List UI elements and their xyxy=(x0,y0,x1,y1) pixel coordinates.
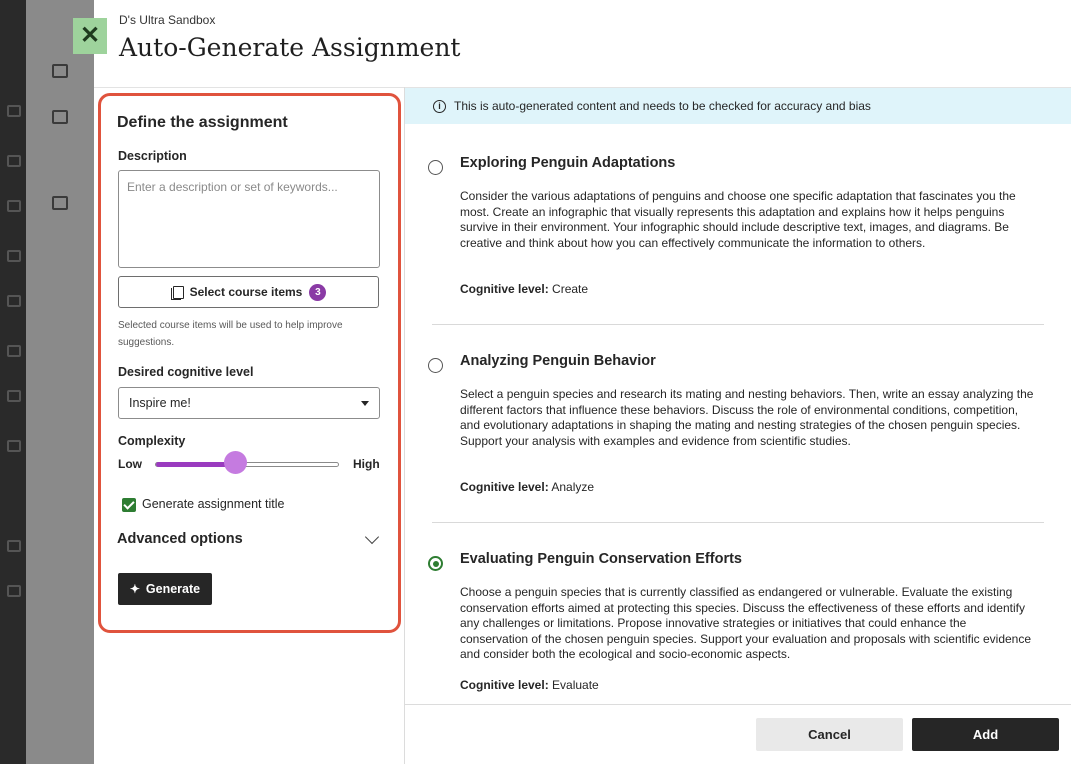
generate-button[interactable]: ✦ Generate xyxy=(118,573,212,605)
description-input[interactable] xyxy=(118,170,380,268)
suggestion-cognitive-level: Cognitive level: Analyze xyxy=(460,480,594,494)
chevron-down-icon xyxy=(364,529,380,545)
grades-icon xyxy=(7,440,21,452)
sign-out-icon xyxy=(7,585,21,597)
generate-title-label: Generate assignment title xyxy=(142,497,285,511)
suggestion-title: Evaluating Penguin Conservation Efforts xyxy=(460,551,742,567)
dropdown-caret-icon xyxy=(361,400,369,406)
cancel-button[interactable]: Cancel xyxy=(756,718,903,751)
modal-title: Auto-Generate Assignment xyxy=(119,33,461,62)
suggestion-radio-selected[interactable] xyxy=(428,556,443,571)
complexity-slider-track[interactable] xyxy=(155,462,339,467)
column-divider xyxy=(404,87,405,764)
close-icon: ✕ xyxy=(79,22,101,49)
cognitive-level-key: Cognitive level: xyxy=(460,678,549,692)
messages-icon xyxy=(7,390,21,402)
image-icon xyxy=(52,64,68,78)
institution-icon xyxy=(7,105,21,117)
complexity-label: Complexity xyxy=(118,434,186,448)
courses-icon xyxy=(7,250,21,262)
cognitive-level-key: Cognitive level: xyxy=(460,480,549,494)
cognitive-level-label: Desired cognitive level xyxy=(118,365,254,379)
suggestion-body: Consider the various adaptations of peng… xyxy=(460,189,1016,250)
complexity-high-label: High xyxy=(353,457,380,471)
copy-document-icon xyxy=(170,285,184,300)
form-heading: Define the assignment xyxy=(117,114,288,131)
background-course-panel xyxy=(26,0,96,764)
suggestion-cognitive-level: Cognitive level: Create xyxy=(460,282,588,296)
description-label: Description xyxy=(118,149,187,163)
info-icon: i xyxy=(433,99,446,113)
suggestion-radio[interactable] xyxy=(428,358,443,373)
suggestion-radio[interactable] xyxy=(428,160,443,175)
select-course-items-label: Select course items xyxy=(189,285,303,299)
course-items-helper-text: Selected course items will be used to he… xyxy=(118,320,343,348)
groups-icon xyxy=(7,295,21,307)
calendar-icon xyxy=(7,345,21,357)
advanced-options-toggle[interactable]: Advanced options xyxy=(117,528,383,552)
cognitive-level-value: Evaluate xyxy=(552,678,599,692)
file-icon xyxy=(52,196,68,210)
cognitive-level-value: Create xyxy=(552,282,589,296)
cognitive-level-value: Analyze xyxy=(551,480,595,494)
complexity-low-label: Low xyxy=(118,457,142,471)
add-button[interactable]: Add xyxy=(912,718,1059,751)
tools-icon xyxy=(7,540,21,552)
notice-text: This is auto-generated content and needs… xyxy=(454,99,871,113)
suggestion-body: Select a penguin species and research it… xyxy=(460,387,1034,448)
suggestion-cognitive-level: Cognitive level: Evaluate xyxy=(460,678,599,692)
generate-button-label: Generate xyxy=(145,582,201,596)
suggestion-title: Analyzing Penguin Behavior xyxy=(460,353,656,369)
suggestion-title: Exploring Penguin Adaptations xyxy=(460,155,676,171)
cognitive-level-value: Inspire me! xyxy=(129,396,191,410)
suggestion-divider xyxy=(432,522,1044,523)
accuracy-notice: i This is auto-generated content and nee… xyxy=(405,88,1071,124)
globe-icon xyxy=(7,200,21,212)
selected-count-badge: 3 xyxy=(309,283,327,301)
document-icon xyxy=(52,110,68,124)
advanced-options-label: Advanced options xyxy=(117,531,243,547)
suggestion-divider xyxy=(432,324,1044,325)
cognitive-level-select[interactable]: Inspire me! xyxy=(118,387,380,419)
close-button[interactable]: ✕ xyxy=(73,18,107,54)
background-nav-rail xyxy=(0,0,26,764)
cognitive-level-key: Cognitive level: xyxy=(460,282,549,296)
profile-icon xyxy=(7,155,21,167)
select-course-items-button[interactable]: Select course items 3 xyxy=(118,276,379,308)
suggestion-body: Choose a penguin species that is current… xyxy=(460,585,1032,662)
sparkle-icon: ✦ xyxy=(129,582,140,596)
generate-title-checkbox[interactable] xyxy=(122,498,136,512)
course-name: D's Ultra Sandbox xyxy=(119,13,216,27)
